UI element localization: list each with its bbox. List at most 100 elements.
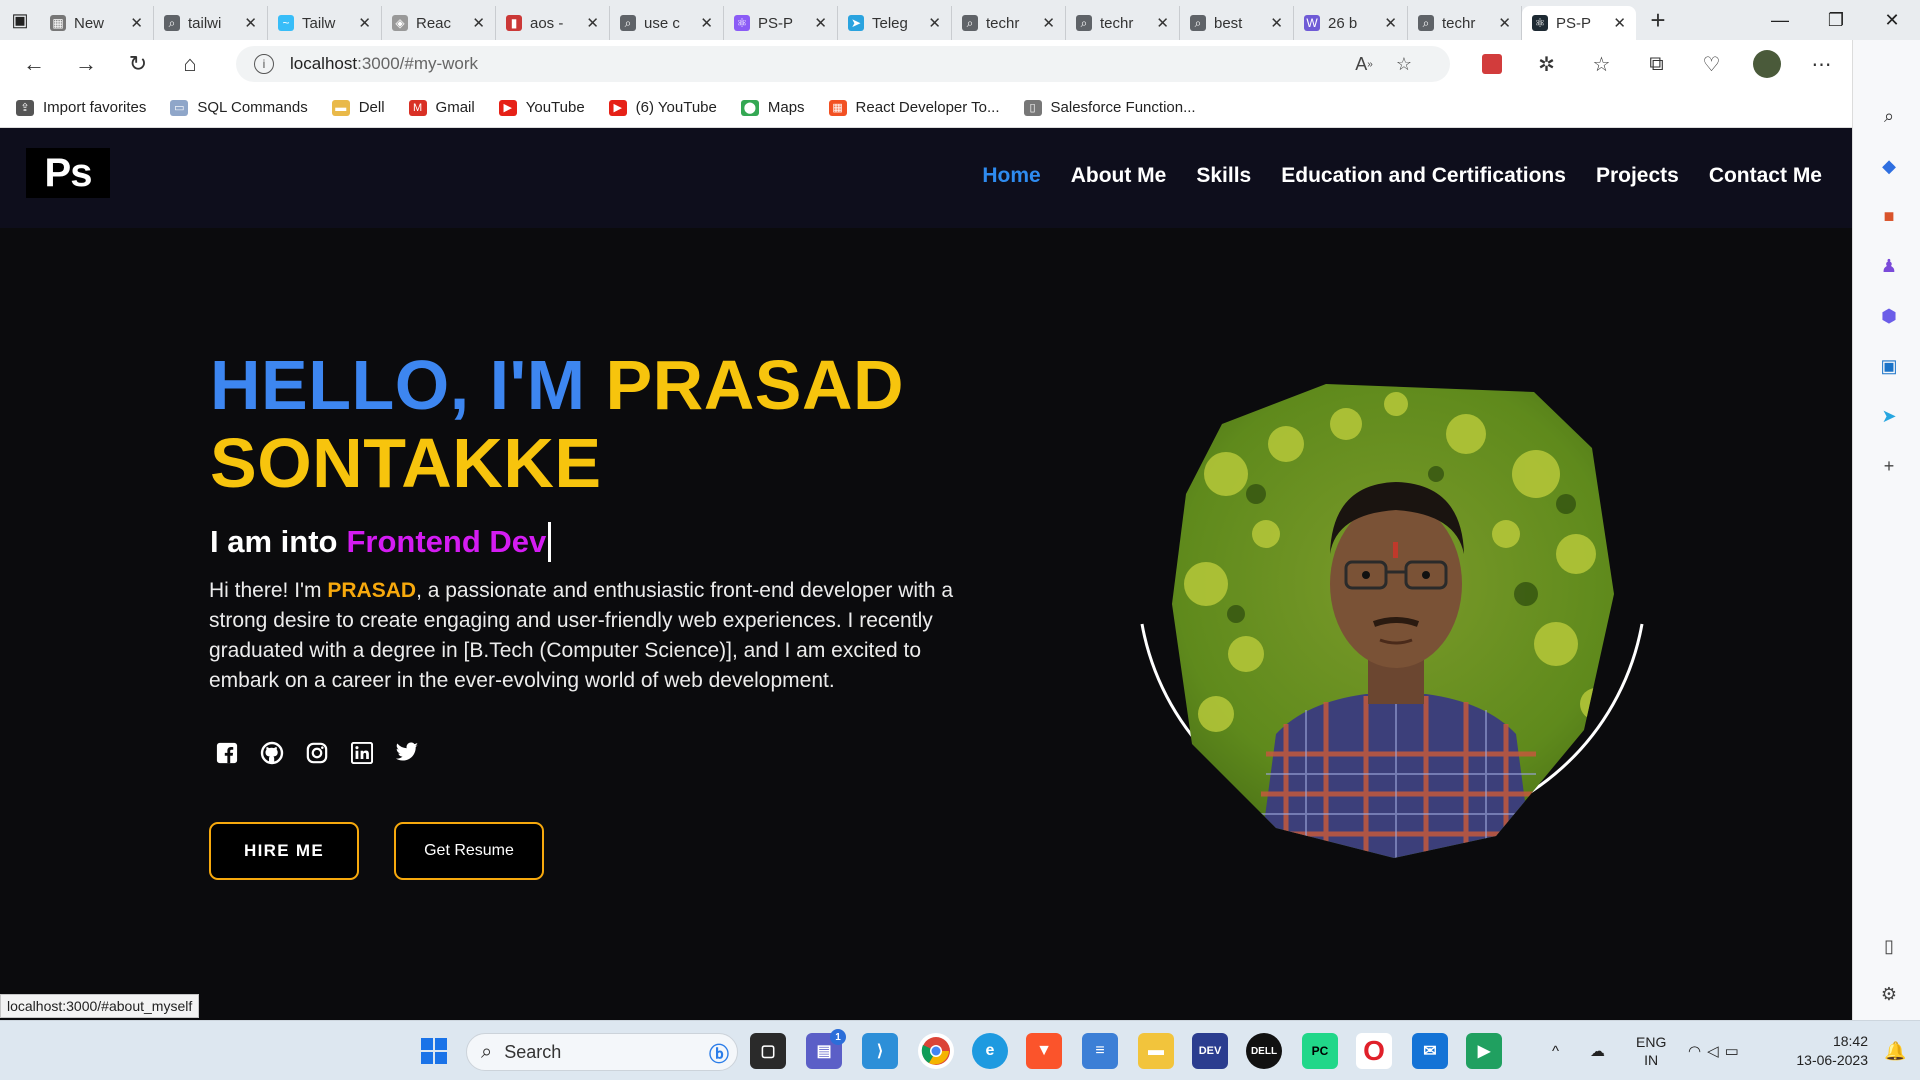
github-icon[interactable] <box>259 740 285 766</box>
favorite-star-icon[interactable]: ☆ <box>1384 50 1424 78</box>
browser-tab[interactable]: ◈ Reac ✕ <box>382 6 496 40</box>
tab-close-icon[interactable]: ✕ <box>1613 14 1626 32</box>
favorite-item[interactable]: ▬ Dell <box>331 99 385 116</box>
extensions-icon[interactable]: ✲ <box>1519 48 1574 80</box>
tab-close-icon[interactable]: ✕ <box>1270 14 1283 32</box>
favorite-item[interactable]: ▶ (6) YouTube <box>608 99 717 116</box>
send-icon[interactable]: ➤ <box>1875 402 1903 430</box>
home-icon[interactable]: ⌂ <box>164 40 216 88</box>
nav-link-projects[interactable]: Projects <box>1596 164 1679 188</box>
browser-tab[interactable]: ▮ aos - ✕ <box>496 6 610 40</box>
opera-icon[interactable]: O <box>1356 1033 1392 1069</box>
show-hidden-icons[interactable]: ^ <box>1552 1021 1559 1080</box>
chrome-icon[interactable] <box>918 1033 954 1069</box>
favorite-item[interactable]: M Gmail <box>408 99 475 116</box>
tab-close-icon[interactable]: ✕ <box>700 14 713 32</box>
browser-tab[interactable]: ⌕ techr ✕ <box>952 6 1066 40</box>
tab-actions-icon[interactable]: ▣ <box>0 0 40 40</box>
instagram-icon[interactable] <box>304 740 330 766</box>
browser-tab[interactable]: ⌕ tailwi ✕ <box>154 6 268 40</box>
tab-close-icon[interactable]: ✕ <box>244 14 257 32</box>
vscode-icon[interactable]: ⟩ <box>862 1033 898 1069</box>
settings-more-icon[interactable]: ⋯ <box>1794 48 1849 80</box>
favorite-item[interactable]: ⇪ Import favorites <box>16 99 146 116</box>
taskbar-search[interactable]: ⌕ Search ⓑ <box>466 1033 738 1071</box>
favorites-icon[interactable]: ☆ <box>1574 48 1629 80</box>
notifications-icon[interactable]: 🔔 <box>1884 1021 1906 1080</box>
forward-icon[interactable]: → <box>60 40 112 88</box>
tools-briefcase-icon[interactable]: ■ <box>1875 202 1903 230</box>
favorite-item[interactable]: ⬤ Maps <box>740 99 805 116</box>
dell-icon[interactable]: DELL <box>1246 1033 1282 1069</box>
add-sidebar-item-icon[interactable]: + <box>1875 452 1903 480</box>
browser-tab[interactable]: ▦ New ✕ <box>40 6 154 40</box>
browser-essentials-icon[interactable]: ♡ <box>1684 48 1739 80</box>
collections-icon[interactable]: ⧉ <box>1629 48 1684 80</box>
tab-close-icon[interactable]: ✕ <box>472 14 485 32</box>
tab-close-icon[interactable]: ✕ <box>1498 14 1511 32</box>
maximize-button[interactable]: ❐ <box>1808 0 1864 40</box>
mail-icon[interactable]: ✉ <box>1412 1033 1448 1069</box>
site-info-icon[interactable]: i <box>254 54 274 74</box>
browser-tab[interactable]: ⌕ use c ✕ <box>610 6 724 40</box>
meet-icon[interactable]: ▶ <box>1466 1033 1502 1069</box>
browser-tab[interactable]: ⌕ techr ✕ <box>1066 6 1180 40</box>
browser-tab[interactable]: ⌕ techr ✕ <box>1408 6 1522 40</box>
tab-close-icon[interactable]: ✕ <box>1156 14 1169 32</box>
facebook-icon[interactable] <box>214 740 240 766</box>
address-bar[interactable]: i localhost:3000/#my-work A» ☆ <box>236 46 1450 82</box>
favorite-item[interactable]: ▯ Salesforce Function... <box>1023 99 1196 116</box>
notepad-icon[interactable]: ≡ <box>1082 1033 1118 1069</box>
nav-link-education-and-certifications[interactable]: Education and Certifications <box>1281 164 1566 188</box>
network-status-icon[interactable]: ☁ <box>1590 1021 1605 1080</box>
browser-tab[interactable]: ~ Tailw ✕ <box>268 6 382 40</box>
tab-close-icon[interactable]: ✕ <box>586 14 599 32</box>
new-tab-button[interactable]: + <box>1636 0 1680 40</box>
start-icon[interactable] <box>416 1033 452 1069</box>
games-icon[interactable]: ♟ <box>1875 252 1903 280</box>
dev-cpp-icon[interactable]: DEV <box>1192 1033 1228 1069</box>
tab-close-icon[interactable]: ✕ <box>928 14 941 32</box>
tab-close-icon[interactable]: ✕ <box>1384 14 1397 32</box>
get-resume-button[interactable]: Get Resume <box>394 822 544 880</box>
pycharm-icon[interactable]: PC <box>1302 1033 1338 1069</box>
profile-avatar[interactable] <box>1739 48 1794 80</box>
extension-red-icon[interactable] <box>1464 48 1519 80</box>
browser-tab[interactable]: ⚛ PS-P ✕ <box>724 6 838 40</box>
tab-close-icon[interactable]: ✕ <box>814 14 827 32</box>
linkedin-icon[interactable] <box>349 740 375 766</box>
clock[interactable]: 18:42 13-06-2023 <box>1786 1021 1868 1080</box>
tab-close-icon[interactable]: ✕ <box>358 14 371 32</box>
favorite-item[interactable]: ▭ SQL Commands <box>170 99 308 116</box>
brave-icon[interactable]: ▼ <box>1026 1033 1062 1069</box>
close-window-button[interactable]: ✕ <box>1864 0 1920 40</box>
browser-tab[interactable]: ⌕ best ✕ <box>1180 6 1294 40</box>
system-tray-icons[interactable]: ◠ ◁ ▭ <box>1688 1021 1745 1080</box>
read-aloud-icon[interactable]: A» <box>1344 50 1384 78</box>
search-icon[interactable]: ⌕ <box>1875 102 1903 130</box>
teams-chat-icon[interactable]: ▤ 1 <box>806 1029 846 1069</box>
favorite-item[interactable]: ▶ YouTube <box>498 99 585 116</box>
sidebar-layout-icon[interactable]: ▯ <box>1875 932 1903 960</box>
browser-tab[interactable]: ➤ Teleg ✕ <box>838 6 952 40</box>
nav-link-skills[interactable]: Skills <box>1196 164 1251 188</box>
outlook-icon[interactable]: ▣ <box>1875 352 1903 380</box>
sidebar-settings-icon[interactable]: ⚙ <box>1875 980 1903 1008</box>
nav-link-about-me[interactable]: About Me <box>1071 164 1167 188</box>
nav-link-contact-me[interactable]: Contact Me <box>1709 164 1822 188</box>
language-indicator[interactable]: ENG IN <box>1636 1021 1666 1080</box>
hire-me-button[interactable]: HIRE ME <box>209 822 359 880</box>
nav-link-home[interactable]: Home <box>982 164 1040 188</box>
microsoft-365-icon[interactable]: ⬢ <box>1875 302 1903 330</box>
file-explorer-icon[interactable]: ▬ <box>1138 1033 1174 1069</box>
browser-tab[interactable]: W 26 b ✕ <box>1294 6 1408 40</box>
favorite-item[interactable]: ▦ React Developer To... <box>828 99 1000 116</box>
browser-tab[interactable]: ⚛ PS-P ✕ <box>1522 6 1636 40</box>
site-logo[interactable]: Ps <box>26 148 110 198</box>
task-view-icon[interactable]: ▢ <box>750 1033 786 1069</box>
shopping-tag-icon[interactable]: ◆ <box>1875 152 1903 180</box>
twitter-icon[interactable] <box>394 740 420 766</box>
tab-close-icon[interactable]: ✕ <box>1042 14 1055 32</box>
refresh-icon[interactable]: ↻ <box>112 40 164 88</box>
back-icon[interactable]: ← <box>8 40 60 88</box>
